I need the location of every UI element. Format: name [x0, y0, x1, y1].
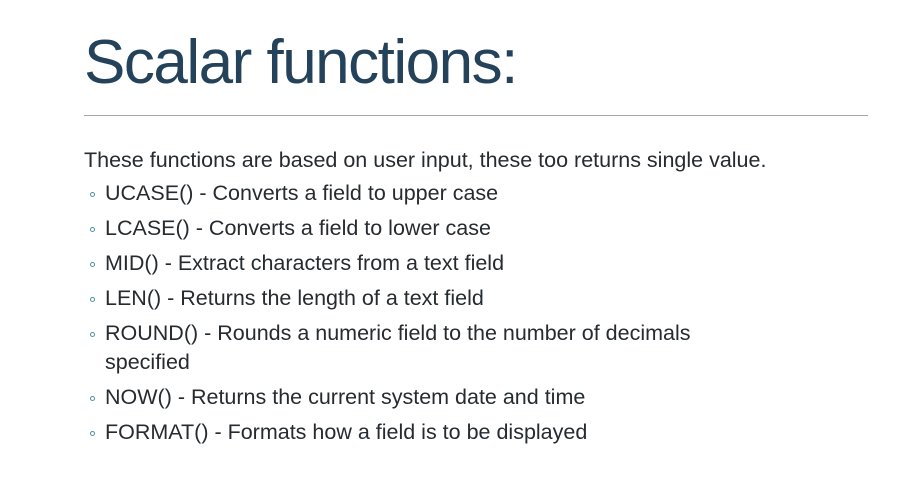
bullet-icon — [90, 262, 95, 267]
list-item-mid: MID() - Extract characters from a text f… — [84, 249, 770, 278]
list-item-now: NOW() - Returns the current system date … — [84, 383, 770, 412]
bullet-icon — [90, 431, 95, 436]
bullet-icon — [90, 332, 95, 337]
intro-text: These functions are based on user input,… — [84, 148, 767, 172]
list-item-text: LCASE() - Converts a field to lower case — [105, 216, 491, 240]
list-item-text: LEN() - Returns the length of a text fie… — [105, 286, 484, 310]
title-divider — [84, 115, 868, 116]
list-item-format: FORMAT() - Formats how a field is to be … — [84, 418, 770, 447]
list-item-text: UCASE() - Converts a field to upper case — [105, 181, 499, 205]
slide-title: Scalar functions: — [84, 28, 518, 97]
slide: Scalar functions: These functions are ba… — [0, 0, 905, 484]
bullet-icon — [90, 227, 95, 232]
bullet-icon — [90, 192, 95, 197]
list-item-text: NOW() - Returns the current system date … — [105, 385, 586, 409]
function-list: UCASE() - Converts a field to upper case… — [84, 179, 874, 447]
list-item-text: MID() - Extract characters from a text f… — [105, 251, 505, 275]
list-item-text: ROUND() - Rounds a numeric field to the … — [105, 321, 691, 374]
slide-body: These functions are based on user input,… — [84, 145, 874, 453]
bullet-icon — [90, 396, 95, 401]
bullet-icon — [90, 297, 95, 302]
list-item-text: FORMAT() - Formats how a field is to be … — [105, 420, 588, 444]
list-item-len: LEN() - Returns the length of a text fie… — [84, 284, 770, 313]
list-item-round: ROUND() - Rounds a numeric field to the … — [84, 319, 770, 377]
list-item-lcase: LCASE() - Converts a field to lower case — [84, 214, 770, 243]
list-item-ucase: UCASE() - Converts a field to upper case — [84, 179, 770, 208]
